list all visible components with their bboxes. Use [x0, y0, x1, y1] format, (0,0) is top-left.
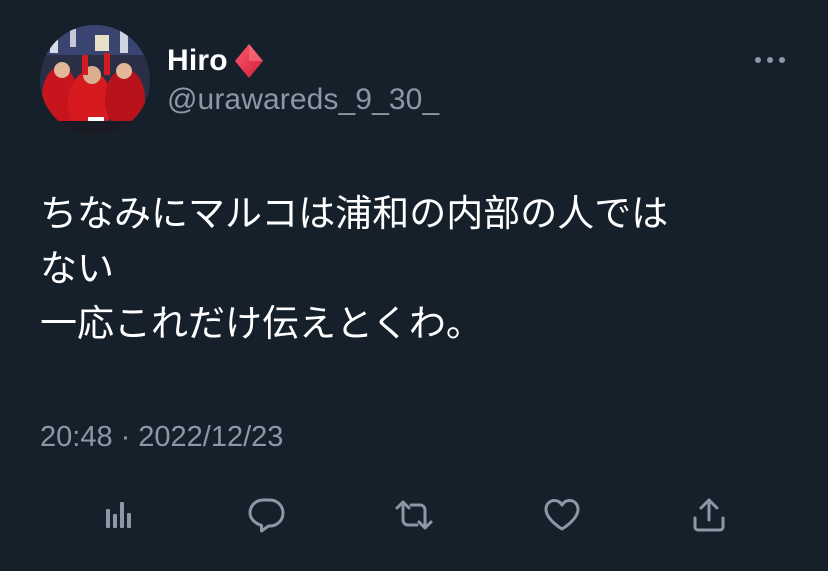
like-icon	[544, 499, 580, 531]
author-name-row[interactable]: Hiro	[167, 42, 265, 80]
tweet-time[interactable]: 20:48	[40, 421, 113, 454]
author-handle[interactable]: @urawareds_9_30_	[167, 83, 439, 117]
tweet-text-line: 一応これだけ伝えとくわ。	[40, 302, 483, 345]
like-button[interactable]	[539, 492, 585, 538]
author-display-name[interactable]: Hiro	[167, 44, 228, 78]
tweet-text: ちなみにマルコは浦和の内部の人では ない 一応これだけ伝えとくわ。	[40, 186, 800, 351]
share-button[interactable]	[686, 492, 732, 538]
retweet-icon	[395, 500, 433, 530]
red-diamond-icon	[234, 44, 263, 78]
avatar[interactable]	[40, 25, 150, 135]
analytics-button[interactable]	[96, 492, 142, 538]
reply-button[interactable]	[243, 492, 289, 538]
tweet-text-line: ない	[40, 247, 114, 290]
tweet-timestamp[interactable]: 20:48 · 2022/12/23	[40, 421, 283, 454]
analytics-icon	[106, 502, 131, 528]
tweet-text-line: ちなみにマルコは浦和の内部の人では	[40, 192, 669, 235]
share-icon	[693, 498, 725, 532]
tweet-card: Hiro @urawareds_9_30_ ちなみにマルコは浦和の内部の人では …	[0, 0, 828, 571]
action-bar	[0, 492, 828, 538]
retweet-button[interactable]	[391, 492, 437, 538]
timestamp-separator: ·	[120, 421, 131, 453]
more-icon	[755, 57, 785, 63]
tweet-date[interactable]: 2022/12/23	[138, 421, 283, 454]
reply-icon	[248, 498, 285, 533]
more-options-button[interactable]	[748, 45, 792, 75]
avatar-photo	[40, 25, 150, 135]
